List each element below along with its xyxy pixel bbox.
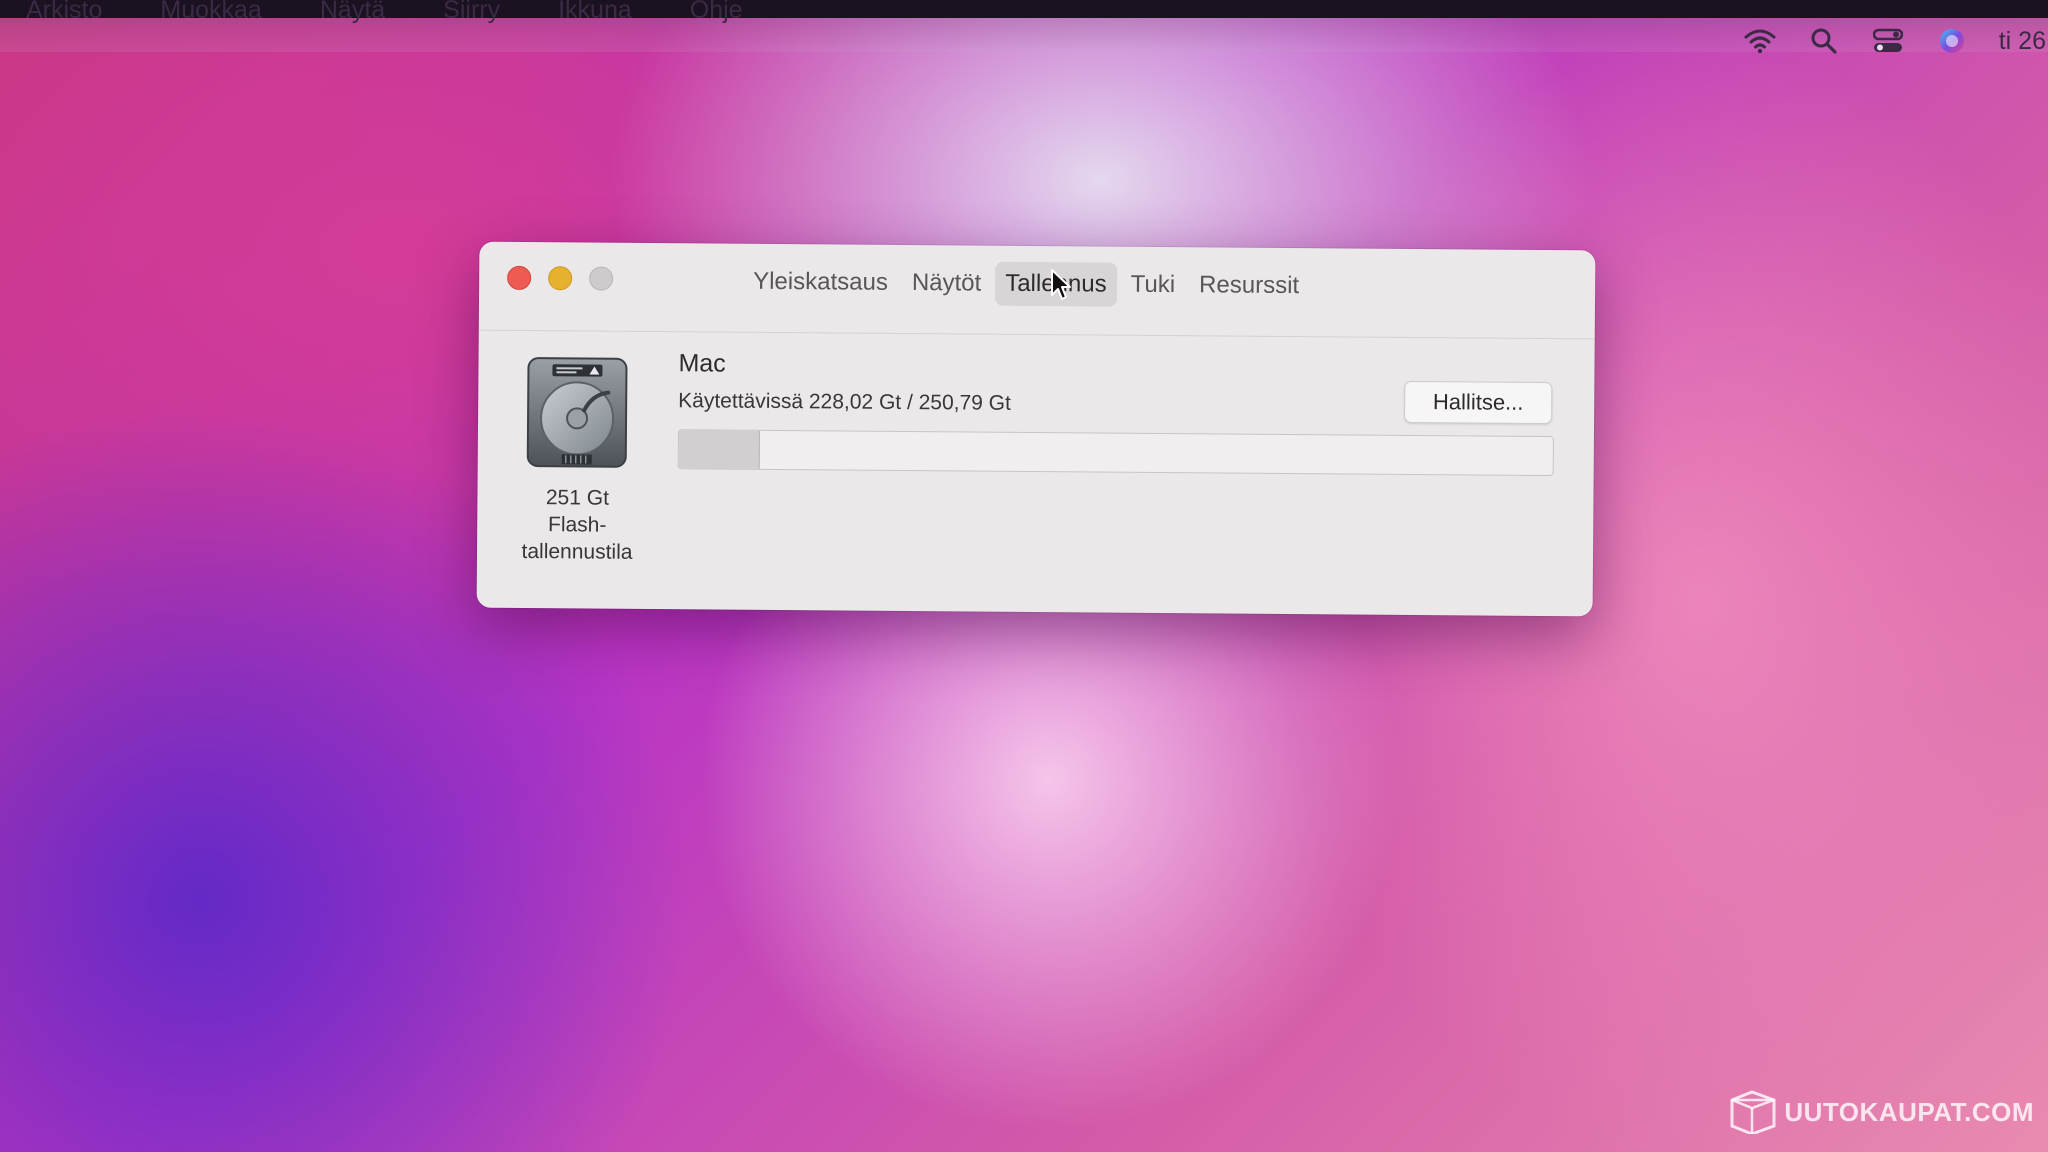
minimize-button[interactable] [548, 266, 573, 291]
drive-type-line2: tallennustila [521, 539, 633, 564]
window-controls [507, 265, 614, 291]
spotlight-search-icon[interactable] [1807, 24, 1841, 58]
menu-arkisto[interactable]: Arkisto [26, 0, 102, 30]
watermark-text: UUTOKAUPAT.COM [1784, 1096, 2034, 1127]
menu-ohje[interactable]: Ohje [690, 0, 743, 30]
siri-icon[interactable] [1935, 24, 1969, 58]
tab-displays[interactable]: Näytöt [902, 261, 992, 306]
menu-ikkuna[interactable]: Ikkuna [558, 0, 632, 30]
storage-usage-bar [677, 429, 1554, 477]
tab-overview[interactable]: Yleiskatsaus [743, 260, 898, 305]
desktop: { "menubar": { "items": ["Arkisto", "Muo… [0, 0, 2048, 1152]
storage-used-segment [678, 430, 760, 469]
menu-muokkaa[interactable]: Muokkaa [160, 0, 261, 30]
about-this-mac-window: Yleiskatsaus Näytöt Tallennus Tuki Resur… [476, 241, 1596, 617]
tab-support[interactable]: Tuki [1120, 263, 1185, 308]
menu-bar: Arkisto Muokkaa Näytä Siirry Ikkuna Ohje… [0, 0, 2048, 55]
menu-bar-clock[interactable]: ti 26 [1999, 27, 2046, 56]
menu-nayta[interactable]: Näytä [320, 0, 385, 30]
menu-bar-status-area: ti 26 [1743, 24, 2048, 58]
volume-name: Mac [678, 349, 726, 378]
volume-usage-text: Käytettävissä 228,02 Gt / 250,79 Gt [678, 389, 1011, 415]
drive-caption: 251 Gt Flash- tallennustila [493, 484, 662, 566]
tab-resources[interactable]: Resurssit [1189, 263, 1309, 308]
window-titlebar[interactable]: Yleiskatsaus Näytöt Tallennus Tuki Resur… [478, 241, 1596, 340]
menu-siirry[interactable]: Siirry [443, 0, 500, 30]
drive-capacity: 251 Gt [545, 486, 610, 510]
watermark: UUTOKAUPAT.COM [1728, 1090, 2034, 1134]
wifi-icon[interactable] [1743, 24, 1777, 58]
control-center-icon[interactable] [1871, 24, 1905, 58]
zoom-button[interactable] [589, 266, 614, 291]
drive-type-line1: Flash- [547, 513, 607, 537]
manage-storage-button[interactable]: Hallitse... [1404, 380, 1553, 425]
watermark-logo-icon [1730, 1090, 1776, 1134]
mouse-pointer-icon [1050, 268, 1072, 302]
window-tabs: Yleiskatsaus Näytöt Tallennus Tuki Resur… [743, 260, 1309, 308]
close-button[interactable] [507, 265, 532, 291]
hard-drive-icon [522, 354, 633, 475]
menu-bar-app-menus: Arkisto Muokkaa Näytä Siirry Ikkuna Ohje [26, 0, 743, 30]
